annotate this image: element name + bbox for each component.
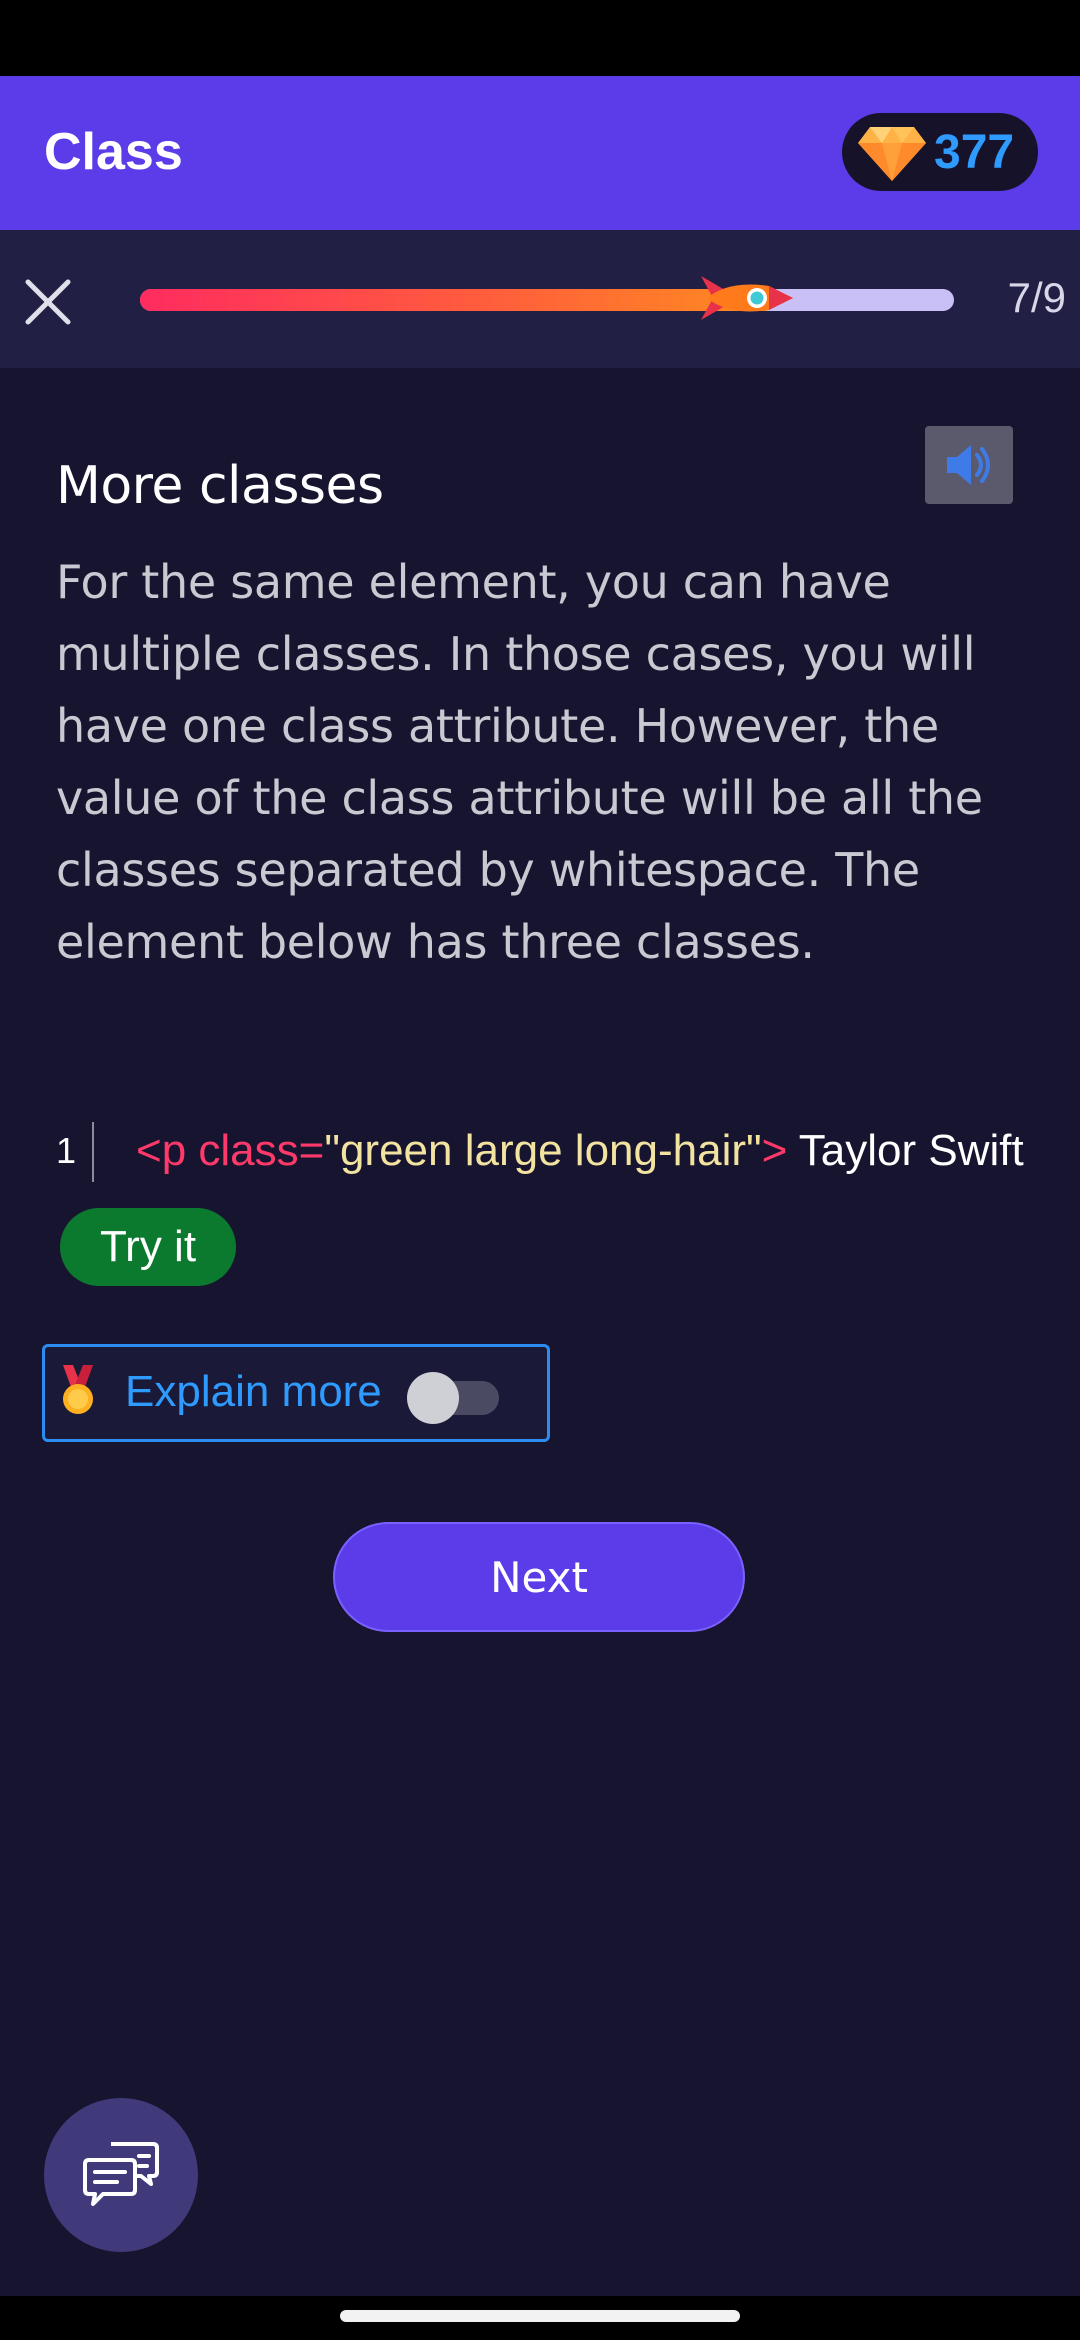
code-attr-value: "green large long-hair": [324, 1126, 762, 1175]
rocket-icon: [701, 276, 793, 320]
next-button[interactable]: Next: [333, 1522, 745, 1632]
app-header: Class 377: [0, 76, 1080, 230]
code-content: Taylor Swift: [787, 1126, 1024, 1175]
chat-button[interactable]: [44, 2098, 198, 2252]
explain-more-label: Explain more: [125, 1367, 382, 1416]
try-it-button[interactable]: Try it: [60, 1208, 236, 1286]
progress-fill: [140, 289, 775, 311]
gem-count: 377: [934, 126, 1015, 179]
home-indicator[interactable]: [340, 2310, 740, 2322]
explain-more-panel[interactable]: Explain more: [42, 1344, 550, 1442]
status-bar: [0, 0, 1080, 76]
lesson-progress-bar: 7/9: [0, 230, 1080, 368]
line-number: 1: [56, 1130, 77, 1171]
code-gutter-divider: [92, 1122, 94, 1182]
progress-track: [140, 289, 954, 311]
diamond-icon: [858, 127, 926, 181]
progress-count: 7/9: [1007, 274, 1066, 321]
code-tag-close: >: [761, 1126, 788, 1175]
explain-more-toggle[interactable]: [407, 1372, 499, 1424]
code-text: <p class="green large long-hair"> Taylor…: [136, 1126, 1024, 1176]
gem-balance[interactable]: 377: [842, 113, 1038, 191]
lesson-body: For the same element, you can have multi…: [56, 555, 983, 969]
system-nav-bar: [0, 2296, 1080, 2340]
page-title: Class: [44, 123, 183, 181]
lesson-title: More classes: [56, 455, 384, 516]
medal-icon: [63, 1365, 93, 1414]
speaker-icon: [947, 445, 990, 485]
code-tag-open: <p class=: [136, 1126, 325, 1175]
toggle-knob: [407, 1372, 459, 1424]
audio-button[interactable]: [925, 426, 1013, 504]
code-line: 1 <p class="green large long-hair"> Tayl…: [56, 1122, 1066, 1184]
close-icon[interactable]: [22, 276, 74, 328]
chat-bubbles-icon: [83, 2142, 159, 2206]
